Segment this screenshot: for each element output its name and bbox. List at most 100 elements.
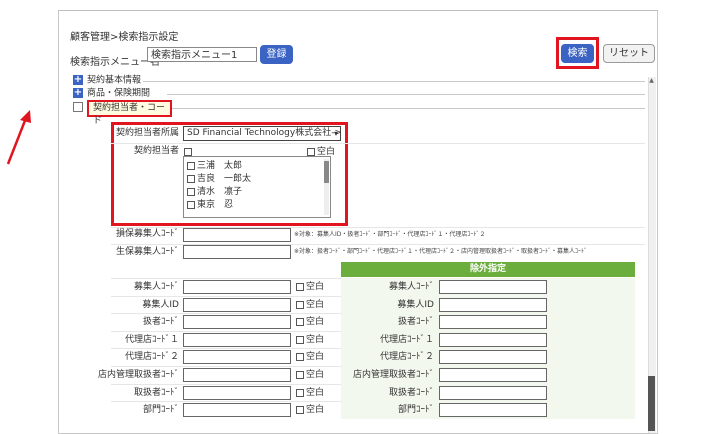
affiliation-select[interactable]: SD Financial Technology株式会社->代理 ▾ <box>183 126 341 141</box>
blank-label: 空白 <box>306 317 325 327</box>
blank-label: 空白 <box>306 352 325 362</box>
divider <box>111 278 341 279</box>
blank-option[interactable]: 空白 <box>296 334 324 346</box>
person-name: 清水 凛子 <box>197 187 243 197</box>
exclusion-code-label: 募集人ID <box>397 300 434 310</box>
list-item[interactable]: 東京 忍 <box>187 200 233 211</box>
divider <box>111 348 341 349</box>
tree-item-contract-basic[interactable]: + 契約基本情報 <box>73 75 141 86</box>
sonpo-code-label: 損保募集人ｺｰﾄﾞ <box>115 229 179 239</box>
blank-option[interactable]: 空白 <box>296 404 324 416</box>
section-contract-assignee-code[interactable]: 契約担当者・コード <box>87 100 172 126</box>
exclusion-code-input[interactable] <box>439 333 547 347</box>
code-input[interactable] <box>183 315 291 329</box>
blank-checkbox[interactable] <box>296 352 304 361</box>
list-item[interactable]: 三浦 太郎 <box>187 161 242 172</box>
blank-label: 空白 <box>306 282 325 292</box>
seiho-code-label: 生保募集人ｺｰﾄﾞ <box>115 247 179 257</box>
tree-item-label: 契約基本情報 <box>87 75 142 86</box>
exclusion-code-input[interactable] <box>439 368 547 382</box>
code-label: 取扱者ｺｰﾄﾞ <box>133 388 179 398</box>
checkbox[interactable] <box>187 174 195 183</box>
divider <box>111 296 341 297</box>
exclusion-code-label: 代理店ｺｰﾄﾞ２ <box>379 352 434 362</box>
exclusion-code-input[interactable] <box>439 298 547 312</box>
tree-item-product-period[interactable]: + 商品・保険期間 <box>73 88 150 99</box>
select-all-checkbox[interactable] <box>184 148 192 156</box>
divider <box>111 384 341 385</box>
search-settings-window: 顧客管理>検索指示設定 検索指示メニュー名 検索指示メニュー1 登録 検索 リセ… <box>58 10 658 434</box>
exclusion-code-label: 募集人ｺｰﾄﾞ <box>388 282 434 292</box>
code-input[interactable] <box>183 368 291 382</box>
exclusion-code-input[interactable] <box>439 403 547 417</box>
code-label: 部門ｺｰﾄﾞ <box>142 405 179 415</box>
seiho-code-input[interactable] <box>183 245 291 259</box>
person-name: 東京 忍 <box>197 200 234 210</box>
blank-checkbox[interactable] <box>296 405 304 414</box>
collapse-minus-icon[interactable] <box>73 102 83 112</box>
blank-option[interactable]: 空白 <box>296 369 324 381</box>
assignee-list[interactable]: 三浦 太郎 吉良 一郎太 清水 凛子 東京 忍 <box>183 156 331 218</box>
code-input[interactable] <box>183 403 291 417</box>
affiliation-label: 契約担当者所属 <box>115 128 179 138</box>
code-input[interactable] <box>183 298 291 312</box>
checkbox[interactable] <box>187 161 195 170</box>
tree-item-label: 商品・保険期間 <box>87 88 151 99</box>
blank-label: 空白 <box>306 388 325 398</box>
blank-checkbox[interactable] <box>307 147 315 156</box>
exclusion-code-label: 部門ｺｰﾄﾞ <box>397 405 434 415</box>
blank-label: 空白 <box>306 370 325 380</box>
list-item[interactable]: 吉良 一郎太 <box>187 174 251 185</box>
checkbox[interactable] <box>187 200 195 209</box>
blank-checkbox[interactable] <box>296 370 304 379</box>
blank-checkbox[interactable] <box>296 335 304 344</box>
person-name: 吉良 一郎太 <box>197 174 252 184</box>
code-input[interactable] <box>183 333 291 347</box>
exclusion-code-label: 取扱者ｺｰﾄﾞ <box>388 388 434 398</box>
menu-name-input[interactable]: 検索指示メニュー1 <box>147 47 257 62</box>
blank-option[interactable]: 空白 <box>296 316 324 328</box>
divider <box>111 401 341 402</box>
blank-checkbox[interactable] <box>296 300 304 309</box>
divider <box>111 366 341 367</box>
annotation-arrow-icon <box>6 110 31 165</box>
register-button[interactable]: 登録 <box>260 45 293 64</box>
blank-checkbox[interactable] <box>296 282 304 291</box>
divider <box>111 143 645 144</box>
blank-checkbox[interactable] <box>296 388 304 397</box>
checkbox[interactable] <box>187 187 195 196</box>
exclusion-code-input[interactable] <box>439 350 547 364</box>
blank-option[interactable]: 空白 <box>296 351 324 363</box>
code-input[interactable] <box>183 350 291 364</box>
expand-plus-icon[interactable]: + <box>73 88 83 98</box>
divider <box>111 331 341 332</box>
breadcrumb: 顧客管理>検索指示設定 <box>70 32 179 43</box>
search-button[interactable]: 検索 <box>561 44 594 63</box>
code-input[interactable] <box>183 280 291 294</box>
reset-button[interactable]: リセット <box>603 44 655 63</box>
blank-option[interactable]: 空白 <box>296 387 324 399</box>
list-scroll-thumb[interactable] <box>324 161 329 183</box>
code-label: 代理店ｺｰﾄﾞ１ <box>124 335 179 345</box>
exclusion-code-label: 扱者ｺｰﾄﾞ <box>397 317 434 327</box>
blank-checkbox[interactable] <box>296 317 304 326</box>
tree-item-collapse[interactable] <box>73 102 87 113</box>
expand-plus-icon[interactable]: + <box>73 75 83 85</box>
affiliation-value: SD Financial Technology株式会社->代理 <box>187 128 340 138</box>
code-label: 募集人ｺｰﾄﾞ <box>133 282 179 292</box>
blank-option[interactable]: 空白 <box>296 281 324 293</box>
exclusion-code-input[interactable] <box>439 280 547 294</box>
sonpo-code-input[interactable] <box>183 228 291 242</box>
exclusion-code-input[interactable] <box>439 386 547 400</box>
page-scroll-thumb[interactable] <box>648 376 655 431</box>
list-item[interactable]: 清水 凛子 <box>187 187 242 198</box>
seiho-code-note: ※対象：扱者ｺｰﾄﾞ・部門ｺｰﾄﾞ・代理店ｺｰﾄﾞ１・代理店ｺｰﾄﾞ２・店内管理… <box>294 248 588 255</box>
blank-label: 空白 <box>306 405 325 415</box>
code-label: 扱者ｺｰﾄﾞ <box>142 317 179 327</box>
blank-option[interactable]: 空白 <box>296 299 324 311</box>
code-label: 募集人ID <box>142 300 179 310</box>
scroll-up-icon[interactable]: ▲ <box>648 77 655 85</box>
divider <box>111 313 341 314</box>
exclusion-code-input[interactable] <box>439 315 547 329</box>
code-input[interactable] <box>183 386 291 400</box>
